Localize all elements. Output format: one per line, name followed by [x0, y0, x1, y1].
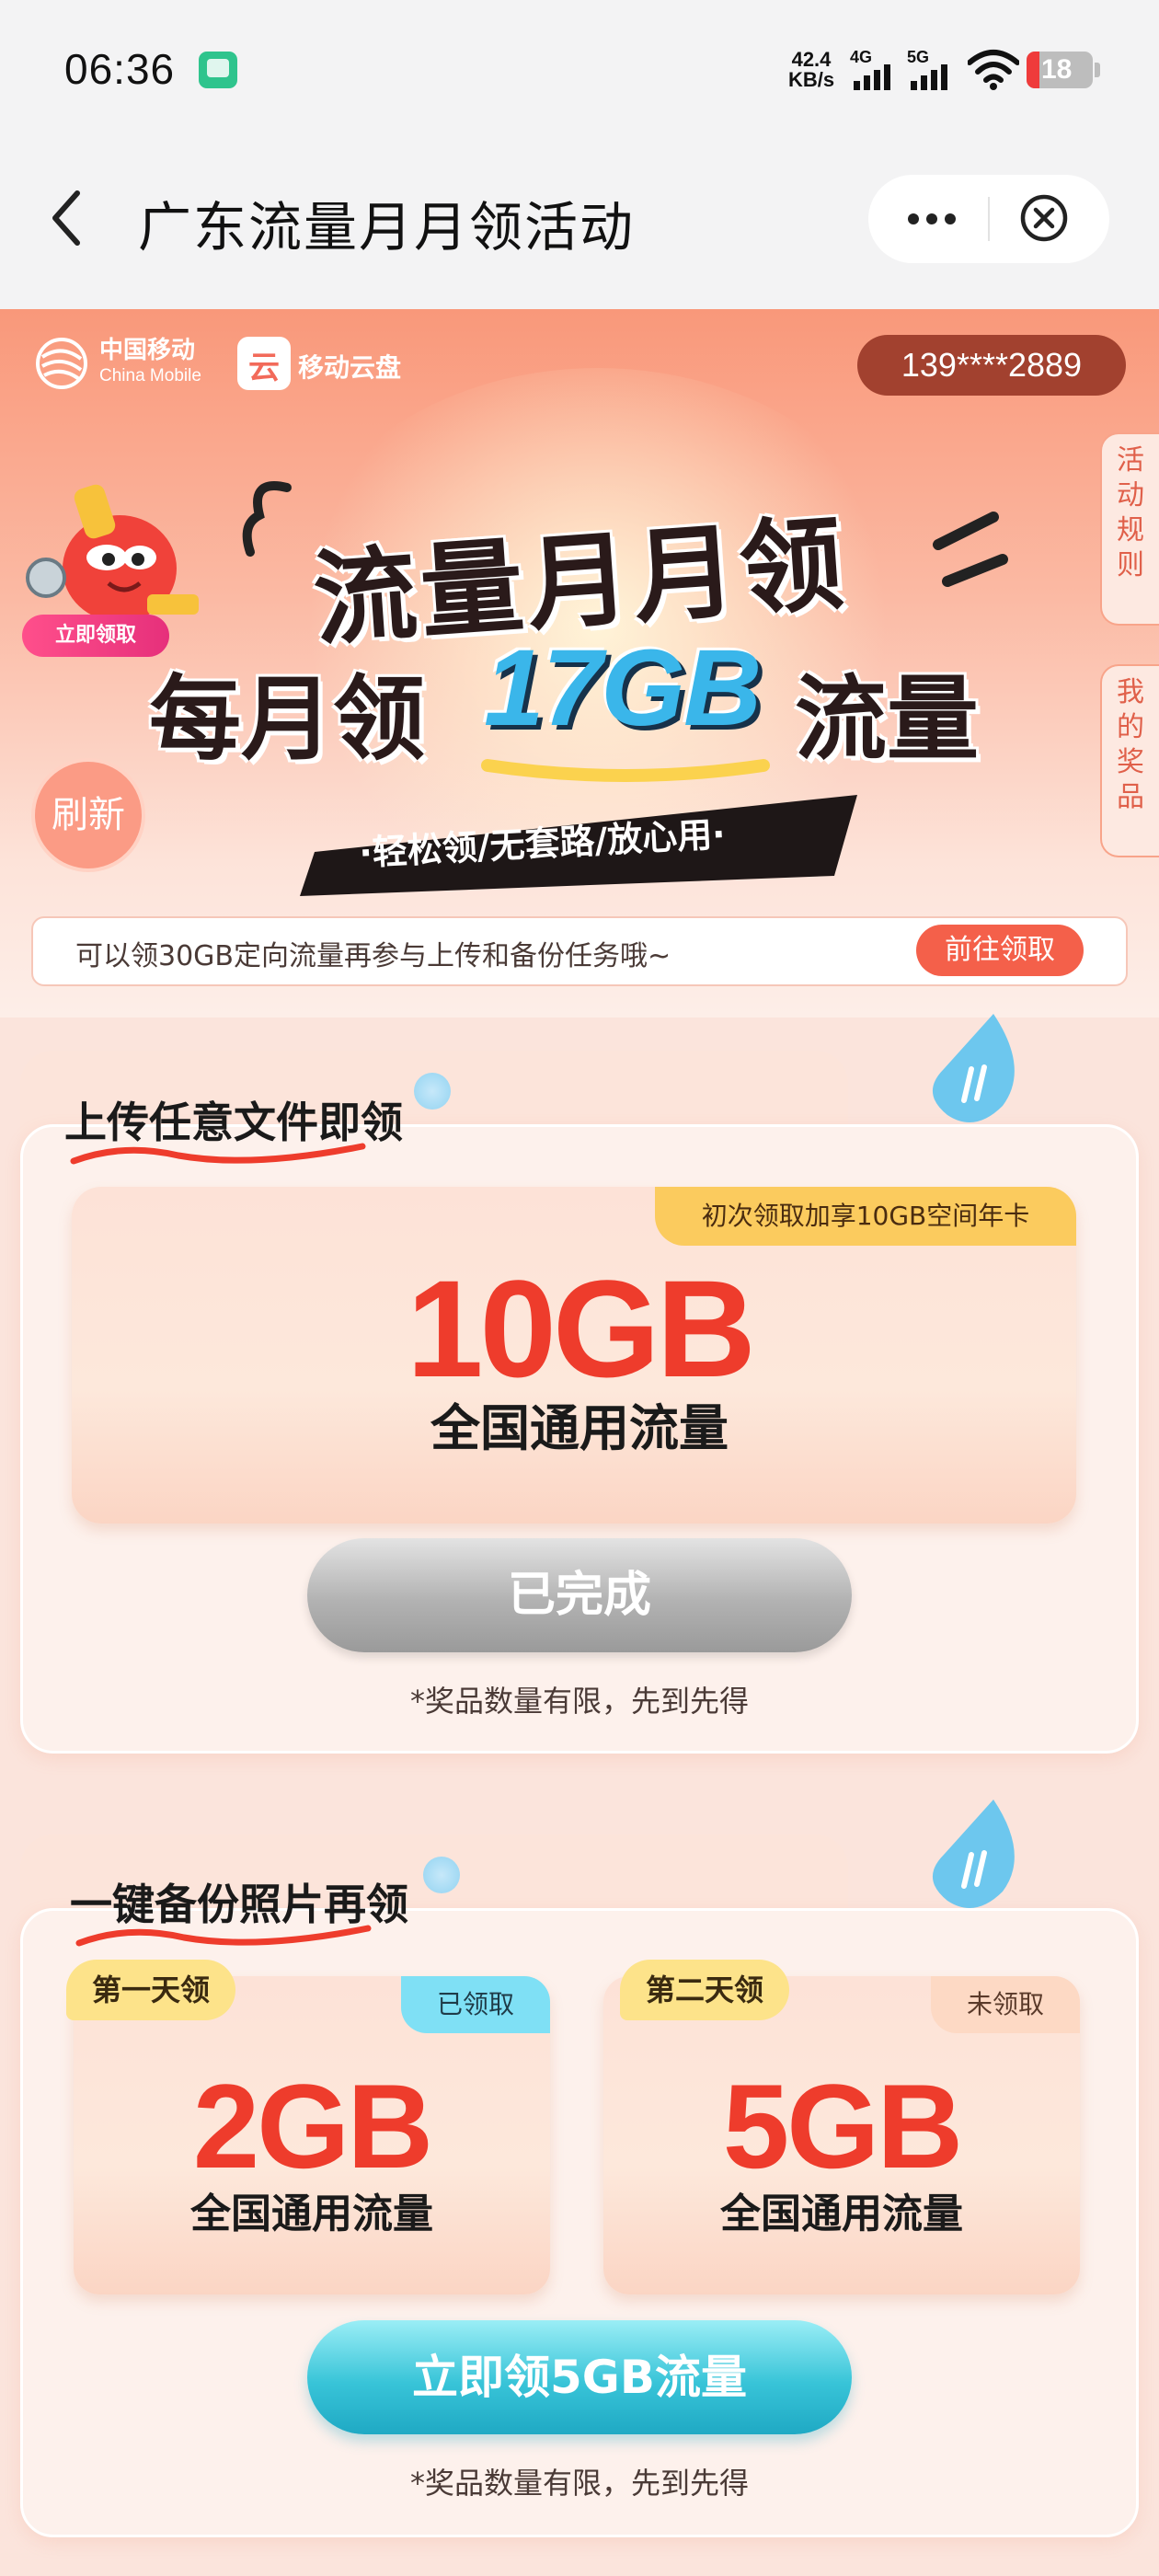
status-time: 06:36 — [64, 45, 176, 93]
message-app-icon — [199, 52, 237, 88]
chevron-left-icon[interactable] — [46, 186, 88, 250]
page-title: 广东流量月月领活动 — [138, 196, 636, 259]
water-drop-icon — [932, 1800, 1015, 1908]
backup-footnote: *奖品数量有限，先到先得 — [409, 2466, 749, 2501]
capsule-divider — [988, 197, 990, 241]
bonus-badge: 初次领取加享10GB空间年卡 — [655, 1187, 1076, 1246]
upload-footnote: *奖品数量有限，先到先得 — [409, 1684, 749, 1719]
claim-5gb-button[interactable]: 立即领5GB流量 — [307, 2320, 852, 2434]
refresh-button[interactable]: 刷新 — [31, 758, 145, 872]
battery-icon: 18 — [1027, 52, 1093, 88]
water-drop-icon — [932, 1014, 1015, 1122]
go-claim-button[interactable]: 前往领取 — [916, 925, 1084, 976]
china-mobile-name: 中国移动 — [99, 337, 196, 364]
day2-prize-desc: 全国通用流量 — [720, 2191, 963, 2237]
headline-sub-amount: 17GB — [484, 627, 762, 749]
decor-swoosh-right — [933, 512, 1008, 587]
network-speed-value: 42.4 — [791, 48, 832, 71]
decor-yellow-underline — [481, 759, 770, 782]
backup-section-title: 一键备份照片再领 — [70, 1880, 408, 1929]
upload-prize-amount: 10GB — [407, 1251, 756, 1406]
completed-button[interactable]: 已完成 — [307, 1538, 852, 1652]
cloud-drive-name: 移动云盘 — [298, 352, 402, 383]
close-circle-icon[interactable] — [1019, 193, 1069, 243]
battery-level: 18 — [1041, 54, 1073, 85]
more-dots-icon[interactable] — [906, 212, 958, 226]
phone-number-pill: 139****2889 — [857, 335, 1126, 396]
headline-sub-prefix: 每月领 — [149, 665, 425, 773]
day2-prize-amount: 5GB — [722, 2059, 963, 2193]
day1-prize-amount: 2GB — [192, 2059, 433, 2193]
day1-prize-desc: 全国通用流量 — [190, 2191, 433, 2237]
signal-5g-icon: 5G — [907, 48, 953, 90]
notice-text: 可以领30GB定向流量再参与上传和备份任务哦~ — [75, 940, 671, 972]
network-speed: 42.4 KB/s — [784, 50, 839, 90]
mascot-claim-button[interactable]: 立即领取 — [22, 615, 169, 657]
upload-prize-desc: 全国通用流量 — [430, 1399, 729, 1457]
day1-status-badge: 已领取 — [401, 1976, 550, 2033]
headline-sub-suffix: 流量 — [795, 665, 979, 773]
upload-section-title: 上传任意文件即领 — [64, 1098, 403, 1147]
day2-status-badge: 未领取 — [931, 1976, 1080, 2033]
china-mobile-name-en: China Mobile — [99, 366, 201, 385]
title-decor-dot — [414, 1073, 451, 1110]
china-mobile-logo — [36, 338, 87, 389]
network-speed-unit: KB/s — [787, 68, 835, 91]
title-decor-dot — [423, 1857, 460, 1893]
activity-rules-tab[interactable]: 活动规则 — [1100, 432, 1159, 626]
wifi-icon — [968, 50, 1019, 90]
cloud-drive-logo-char: 云 — [248, 350, 280, 386]
day1-label: 第一天领 — [66, 1960, 235, 2020]
my-prizes-tab[interactable]: 我的奖品 — [1100, 664, 1159, 857]
cloud-drive-logo: 云 — [237, 337, 291, 390]
day2-label: 第二天领 — [620, 1960, 789, 2020]
signal-4g-icon: 4G — [850, 48, 896, 90]
battery-tip — [1095, 63, 1100, 77]
